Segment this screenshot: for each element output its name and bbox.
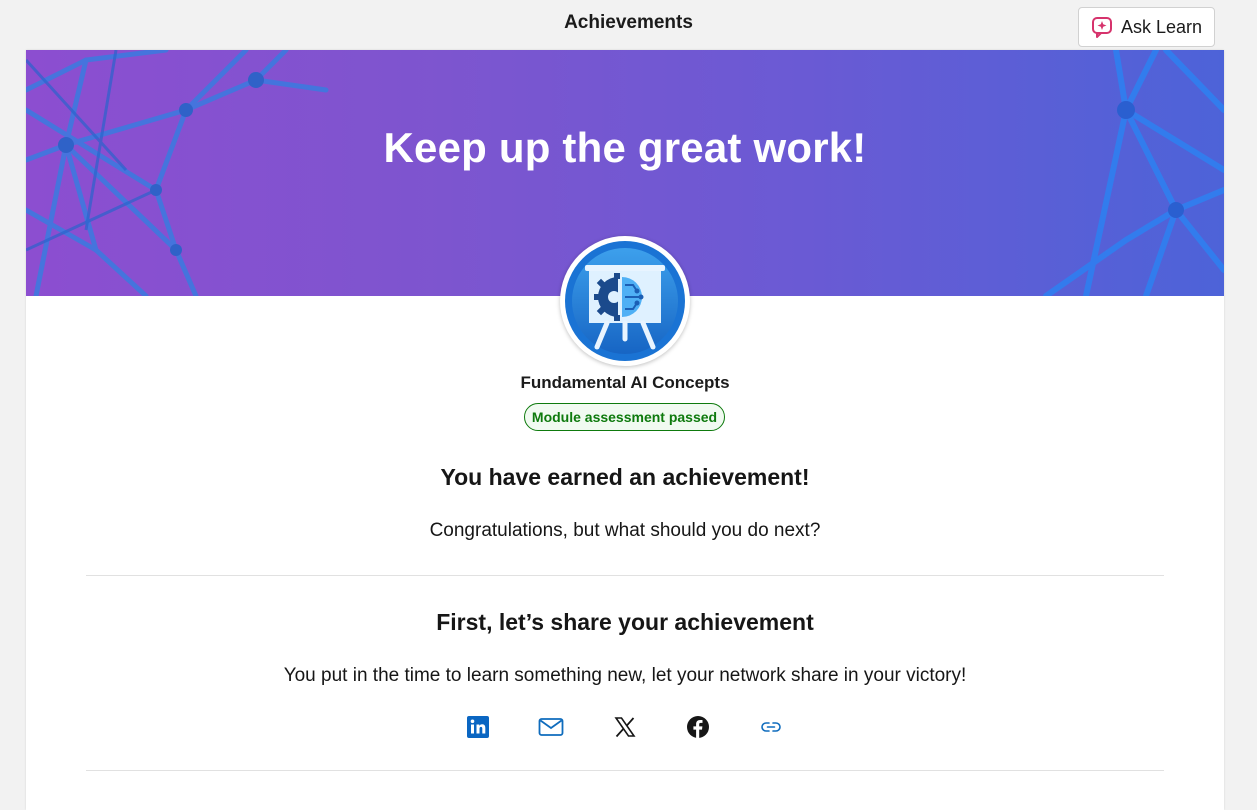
top-bar: Achievements Ask Learn: [0, 0, 1257, 50]
email-icon: [538, 717, 564, 742]
earned-text: Congratulations, but what should you do …: [429, 520, 821, 541]
banner-title: Keep up the great work!: [383, 124, 867, 171]
earned-heading: You have earned an achievement!: [440, 464, 810, 490]
ask-learn-button[interactable]: Ask Learn: [1078, 7, 1215, 47]
x-icon: [614, 716, 636, 743]
share-heading: First, let’s share your achievement: [436, 609, 814, 635]
sparkle-chat-icon: [1091, 16, 1113, 38]
facebook-icon: [686, 715, 710, 744]
copy-link-button[interactable]: [756, 714, 786, 744]
share-buttons: [26, 714, 1224, 744]
x-share-button[interactable]: [610, 714, 640, 744]
module-name: Fundamental AI Concepts: [520, 373, 730, 392]
ask-learn-label: Ask Learn: [1120, 16, 1203, 37]
linkedin-icon: [466, 715, 490, 744]
share-text: You put in the time to learn something n…: [283, 665, 967, 686]
divider: [86, 575, 1164, 576]
ai-concepts-badge-icon: [560, 236, 690, 366]
linkedin-share-button[interactable]: [463, 714, 493, 744]
email-share-button[interactable]: [536, 714, 566, 744]
link-icon: [760, 720, 782, 739]
page-title: Achievements: [564, 12, 693, 33]
divider: [86, 770, 1164, 771]
facebook-share-button[interactable]: [683, 714, 713, 744]
status-badge: Module assessment passed: [524, 403, 725, 431]
achievement-panel: Keep up the great work! Fundamental AI C…: [26, 50, 1224, 810]
